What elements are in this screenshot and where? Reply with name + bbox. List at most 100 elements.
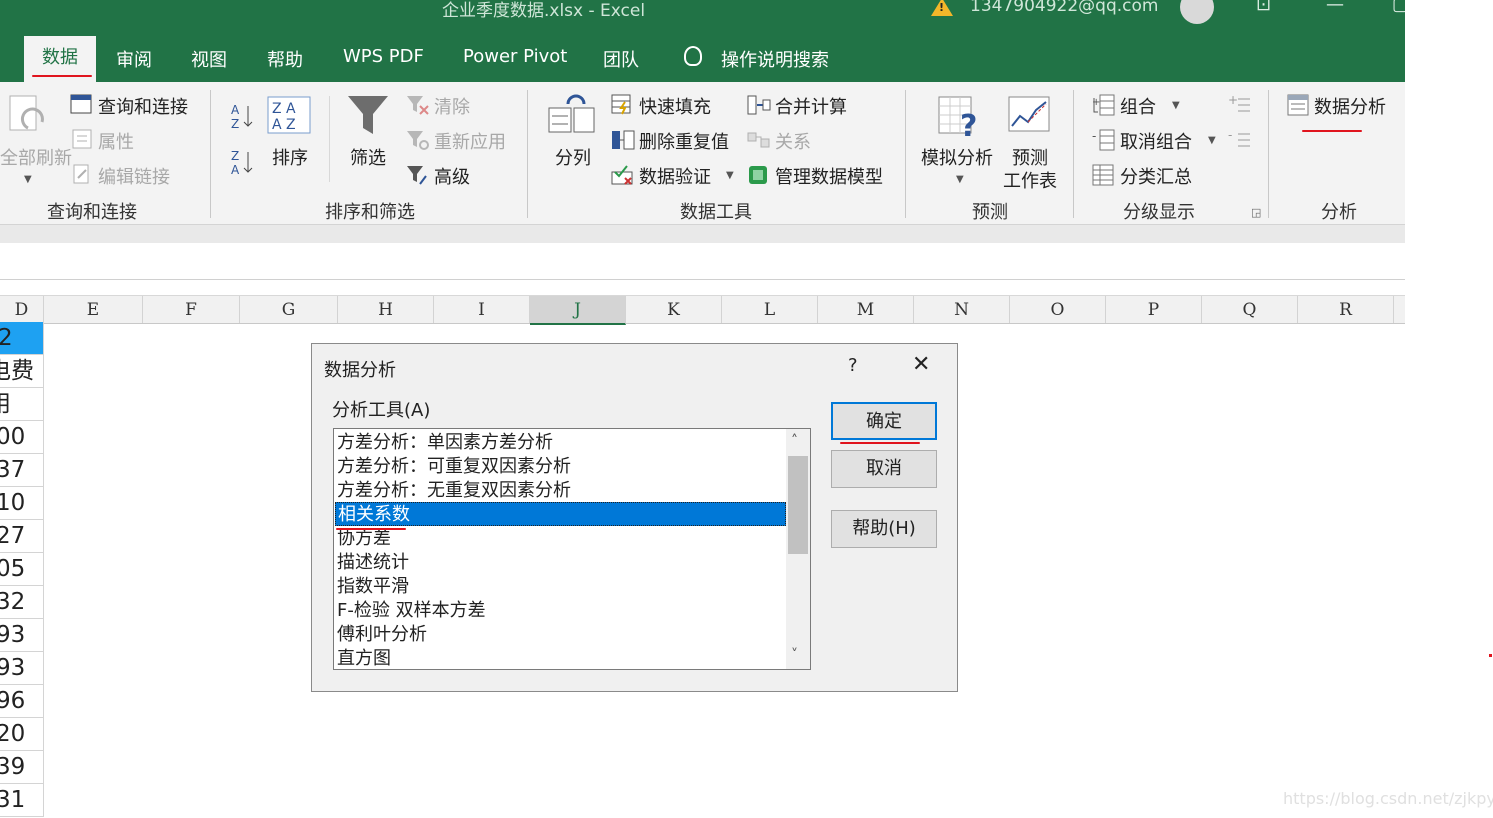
chevron-up-icon[interactable]: ˄ xyxy=(791,433,798,449)
column-header[interactable]: P xyxy=(1106,296,1202,323)
list-item[interactable]: 指数平滑 xyxy=(337,575,785,599)
chevron-down-icon[interactable]: ▼ xyxy=(1208,135,1216,146)
tab-review[interactable]: 审阅 xyxy=(116,46,152,72)
list-item[interactable]: F-检验 双样本方差 xyxy=(337,599,785,623)
edit-links-button[interactable]: 编辑链接 xyxy=(98,163,170,189)
list-item[interactable]: 直方图 xyxy=(337,647,785,669)
cell[interactable]: 93 xyxy=(0,619,44,652)
column-header[interactable]: E xyxy=(44,296,143,323)
chevron-down-icon[interactable]: ▼ xyxy=(1172,100,1180,111)
sort-asc-icon[interactable]: AZ xyxy=(230,102,254,134)
list-scrollbar[interactable]: ˄ ˅ xyxy=(786,429,810,669)
properties-button[interactable]: 属性 xyxy=(98,128,134,154)
column-header[interactable]: F xyxy=(143,296,240,323)
cell[interactable]: 37 xyxy=(0,454,44,487)
column-header[interactable]: L xyxy=(722,296,818,323)
cell[interactable]: 96 xyxy=(0,685,44,718)
advanced-button[interactable]: 高级 xyxy=(434,163,470,189)
subtotal-button[interactable]: 分类汇总 xyxy=(1120,163,1192,189)
cell[interactable]: 05 xyxy=(0,553,44,586)
reapply-button[interactable]: 重新应用 xyxy=(434,128,506,154)
cell-value: 电费 xyxy=(0,358,34,384)
query-connections-button[interactable]: 查询和连接 xyxy=(98,93,188,119)
cell-selected[interactable]: 2 xyxy=(0,322,44,355)
tab-team[interactable]: 团队 xyxy=(603,46,639,72)
refresh-all-button[interactable]: 全部刷新 xyxy=(0,144,72,170)
column-header[interactable]: I xyxy=(434,296,530,323)
tell-me-search[interactable]: 操作说明搜索 xyxy=(721,46,829,72)
list-item[interactable]: 协方差 xyxy=(337,527,785,551)
flash-fill-button[interactable]: 快速填充 xyxy=(639,93,711,119)
cell[interactable]: 00 xyxy=(0,421,44,454)
relationships-button[interactable]: 关系 xyxy=(775,128,811,154)
show-detail-icon[interactable]: + xyxy=(1228,93,1250,114)
sort-button[interactable]: 排序 xyxy=(272,144,308,170)
list-item[interactable]: 方差分析：无重复双因素分析 xyxy=(337,479,785,503)
chevron-down-icon[interactable]: ▼ xyxy=(726,170,734,181)
column-header[interactable]: H xyxy=(338,296,434,323)
minimize-button[interactable]: — xyxy=(1326,0,1344,15)
column-header[interactable]: M xyxy=(818,296,914,323)
list-item-selected[interactable]: 相关系数 xyxy=(335,502,786,526)
clear-button[interactable]: 清除 xyxy=(434,93,470,119)
cell[interactable]: 电费 xyxy=(0,355,44,388)
ungroup-button[interactable]: 取消组合 xyxy=(1120,128,1192,154)
column-header[interactable]: N xyxy=(914,296,1010,323)
list-item[interactable]: 傅利叶分析 xyxy=(337,623,785,647)
tab-wps-pdf[interactable]: WPS PDF xyxy=(343,46,424,67)
list-item[interactable]: 方差分析：单因素方差分析 xyxy=(337,431,785,455)
restore-button[interactable]: ▢ xyxy=(1392,0,1405,15)
cell[interactable]: 用 xyxy=(0,388,44,421)
scrollbar-thumb[interactable] xyxy=(788,456,808,554)
dialog-launcher-icon[interactable]: ◲ xyxy=(1251,206,1261,219)
column-header[interactable]: R xyxy=(1298,296,1394,323)
chevron-down-icon[interactable]: ▼ xyxy=(956,174,964,185)
tab-power-pivot[interactable]: Power Pivot xyxy=(463,46,567,67)
data-analysis-button[interactable]: 数据分析 xyxy=(1314,93,1386,119)
text-to-columns-button[interactable]: 分列 xyxy=(555,144,591,170)
chevron-down-icon[interactable]: ▼ xyxy=(24,174,32,185)
cell[interactable]: 20 xyxy=(0,718,44,751)
filter-button[interactable]: 筛选 xyxy=(350,144,386,170)
analysis-tools-list[interactable]: 方差分析：单因素方差分析 方差分析：可重复双因素分析 方差分析：无重复双因素分析… xyxy=(333,428,811,670)
consolidate-button[interactable]: 合并计算 xyxy=(775,93,847,119)
help-icon[interactable]: ? xyxy=(848,355,858,376)
what-if-button[interactable]: 模拟分析 xyxy=(921,144,993,170)
column-header[interactable]: O xyxy=(1010,296,1106,323)
user-account[interactable]: 1347904922@qq.com xyxy=(970,0,1158,16)
column-header-selected[interactable]: J xyxy=(530,296,626,325)
cell-value: 96 xyxy=(0,688,26,714)
avatar[interactable] xyxy=(1180,0,1214,24)
cell[interactable]: 27 xyxy=(0,520,44,553)
hide-detail-icon[interactable]: - xyxy=(1228,128,1250,149)
cell[interactable]: 31 xyxy=(0,784,44,817)
list-item[interactable]: 方差分析：可重复双因素分析 xyxy=(337,455,785,479)
cell[interactable]: 10 xyxy=(0,487,44,520)
remove-duplicates-button[interactable]: 删除重复值 xyxy=(639,128,729,154)
formula-bar[interactable] xyxy=(0,243,1405,280)
column-header[interactable]: D xyxy=(0,296,44,323)
column-header[interactable]: G xyxy=(240,296,338,323)
warning-icon[interactable]: ! xyxy=(931,0,953,16)
ribbon-display-icon[interactable]: ⊡ xyxy=(1256,0,1271,15)
cell[interactable]: 39 xyxy=(0,751,44,784)
column-header[interactable]: Q xyxy=(1202,296,1298,323)
tab-help[interactable]: 帮助 xyxy=(267,46,303,72)
forecast-sheet-label-2[interactable]: 工作表 xyxy=(1003,167,1057,193)
group-button[interactable]: 组合 xyxy=(1120,93,1156,119)
ok-button[interactable]: 确定 xyxy=(831,402,937,440)
sort-desc-icon[interactable]: ZA xyxy=(230,148,254,180)
cell[interactable]: 93 xyxy=(0,652,44,685)
close-icon[interactable]: ✕ xyxy=(912,352,930,377)
chevron-down-icon[interactable]: ˅ xyxy=(791,647,798,663)
manage-data-model-button[interactable]: 管理数据模型 xyxy=(775,163,883,189)
tab-view[interactable]: 视图 xyxy=(191,46,227,72)
help-button[interactable]: 帮助(H) xyxy=(831,510,937,548)
data-validation-button[interactable]: 数据验证 xyxy=(639,163,711,189)
annotation-underline xyxy=(1302,130,1362,132)
tab-data[interactable]: 数据 xyxy=(24,36,96,82)
column-header[interactable]: K xyxy=(626,296,722,323)
cancel-button[interactable]: 取消 xyxy=(831,450,937,488)
cell[interactable]: 32 xyxy=(0,586,44,619)
list-item[interactable]: 描述统计 xyxy=(337,551,785,575)
